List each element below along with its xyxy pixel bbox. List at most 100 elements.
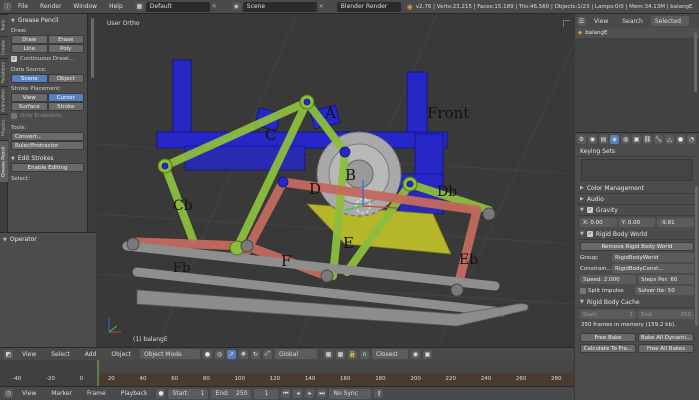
scene-close-icon[interactable]: ✕: [319, 3, 325, 10]
keying-sets-list[interactable]: [581, 159, 693, 181]
constraints-tab-icon[interactable]: ⛓: [643, 135, 652, 144]
start-frame-field[interactable]: Start: 1: [168, 388, 209, 399]
layers-2-icon[interactable]: ▦: [335, 349, 345, 359]
solver-iterations-field[interactable]: Solver Ite: 50: [635, 286, 694, 295]
record-icon[interactable]: ●: [156, 389, 166, 398]
layout-selector[interactable]: Default: [145, 1, 210, 12]
layers-icon[interactable]: ▦: [323, 349, 333, 359]
remove-rigid-body-world-button[interactable]: Remove Rigid Body World: [580, 242, 694, 251]
rotate-icon[interactable]: ↻: [250, 349, 260, 359]
scrollbar-thumb[interactable]: [91, 18, 94, 78]
cache-start-field[interactable]: Start: 1: [580, 310, 636, 319]
timeline-editor-icon[interactable]: ◷: [4, 389, 13, 398]
outliner-scrollbar[interactable]: [694, 32, 697, 92]
pivot-icon[interactable]: ◎: [214, 349, 224, 359]
3d-viewport[interactable]: A Front C B D Db Cb E F Fb Eb User Ortho…: [97, 14, 574, 347]
menu-frame[interactable]: Frame: [81, 390, 112, 397]
erase-button[interactable]: Erase: [47, 35, 84, 44]
speed-field[interactable]: Speed: 2.000: [580, 275, 636, 284]
group-field[interactable]: RigidBodyWorld: [612, 253, 694, 262]
free-bake-button[interactable]: Free Bake: [580, 333, 636, 342]
ruler-protractor-button[interactable]: Ruler/Protractor: [11, 141, 84, 150]
keying-icon[interactable]: ⚷: [374, 389, 384, 398]
viewport-shading-icon[interactable]: ●: [202, 349, 212, 359]
outliner-item[interactable]: ◆ balangE: [575, 28, 699, 38]
translate-icon[interactable]: ✥: [238, 349, 248, 359]
jump-start-icon[interactable]: ⏮: [281, 389, 291, 398]
scene-selector[interactable]: Scene: [242, 1, 317, 12]
checkbox-unchecked-icon[interactable]: [11, 113, 17, 119]
menu-view[interactable]: View: [16, 351, 42, 358]
outliner-tab-view[interactable]: View: [588, 18, 614, 25]
tab-tools[interactable]: Tools: [0, 14, 8, 36]
cursor-placement-button[interactable]: Cursor: [47, 93, 84, 102]
layers-tab-icon[interactable]: ▤: [599, 135, 608, 144]
info-editor-icon[interactable]: ⓘ: [3, 2, 12, 11]
split-impulse-option[interactable]: Split Impulse: [580, 287, 633, 294]
sync-selector[interactable]: No Sync: [329, 388, 372, 399]
edit-strokes-panel-header[interactable]: ▼ Edit Strokes: [11, 154, 84, 163]
viewport-scene[interactable]: A Front C B D Db Cb E F Fb Eb: [97, 14, 574, 347]
manipulator-icon[interactable]: ↗: [226, 349, 236, 359]
tab-grease-pencil[interactable]: Grease Pencil: [0, 140, 8, 182]
mode-selector[interactable]: Object Mode: [139, 349, 200, 359]
render-engine-selector[interactable]: Blender Render: [336, 1, 401, 12]
render-tab-icon[interactable]: ◉: [588, 135, 597, 144]
only-endpoints-option[interactable]: Only Endpoints: [11, 111, 84, 121]
enable-editing-button[interactable]: Enable Editing: [11, 163, 84, 172]
menu-window[interactable]: Window: [67, 3, 103, 10]
tab-create[interactable]: Create: [0, 36, 8, 58]
scale-icon[interactable]: ⤢: [262, 349, 272, 359]
color-management-header[interactable]: ▶ Color Management: [577, 183, 697, 194]
menu-select[interactable]: Select: [45, 351, 76, 358]
free-all-bakes-button[interactable]: Free All Bakes: [638, 344, 694, 353]
menu-help[interactable]: Help: [103, 3, 129, 10]
checkbox-unchecked-icon[interactable]: [580, 287, 586, 294]
transform-orientation-selector[interactable]: Global: [274, 349, 317, 359]
grease-pencil-panel-header[interactable]: ▼ Grease Pencil: [11, 16, 84, 25]
world-tab-icon[interactable]: ◍: [621, 135, 630, 144]
outliner-tab-search[interactable]: Search: [616, 18, 649, 25]
properties-editor-icon[interactable]: ⚙: [577, 135, 586, 144]
outliner-editor-icon[interactable]: ☰: [577, 16, 586, 26]
modifiers-tab-icon[interactable]: 🔧: [654, 135, 663, 144]
calculate-to-frame-button[interactable]: Calculate To Fra...: [580, 344, 636, 353]
outliner[interactable]: ◆ balangE: [575, 28, 699, 132]
timeline-ruler[interactable]: [0, 360, 574, 386]
continuous-drawing-option[interactable]: ✓ Continuous Drawi...: [11, 54, 84, 64]
properties-panel[interactable]: Keying Sets ▶ Color Management ▶ Audio ▼…: [575, 146, 699, 400]
snap-target-selector[interactable]: Closest: [371, 349, 408, 359]
menu-marker[interactable]: Marker: [45, 390, 78, 397]
gravity-z-field[interactable]: -9.81: [657, 218, 695, 227]
timeline[interactable]: -40 -20 0 20 40 60 80 100 120 140 160 18…: [0, 360, 574, 386]
current-frame-field[interactable]: 1: [254, 388, 279, 399]
magnet-icon[interactable]: ∩: [359, 349, 369, 359]
keying-sets-header[interactable]: Keying Sets: [577, 146, 697, 157]
cache-end-field[interactable]: End: 250: [638, 310, 694, 319]
object-source-button[interactable]: Object: [47, 74, 84, 83]
tab-relations[interactable]: Relations: [0, 58, 8, 86]
data-tab-icon[interactable]: △: [665, 135, 674, 144]
physics-tab-icon[interactable]: ◔: [687, 135, 696, 144]
checkbox-checked-icon[interactable]: ✓: [11, 56, 17, 62]
stroke-placement-button[interactable]: Stroke: [47, 102, 84, 111]
gravity-header[interactable]: ▼ ✓ Gravity: [577, 205, 697, 216]
object-tab-icon[interactable]: ▣: [632, 135, 641, 144]
layout-close-icon[interactable]: ✕: [212, 3, 218, 10]
gravity-y-field[interactable]: Y: 0.00: [618, 218, 656, 227]
editor-type-icon[interactable]: ◩: [4, 349, 13, 359]
prev-key-icon[interactable]: ◂: [293, 389, 303, 398]
render-icon[interactable]: ◉: [410, 349, 420, 359]
end-frame-field[interactable]: End: 250: [211, 388, 252, 399]
bake-all-dynamics-button[interactable]: Bake All Dynami...: [638, 333, 694, 342]
jump-end-icon[interactable]: ⏭: [317, 389, 327, 398]
gravity-x-field[interactable]: X: 0.00: [580, 218, 617, 227]
convert-button[interactable]: Convert...: [11, 132, 84, 141]
tab-physics[interactable]: Physics: [0, 114, 8, 140]
steps-per-second-field[interactable]: Steps Per: 60: [638, 275, 694, 284]
operator-panel-header[interactable]: ▼ Operator: [3, 235, 93, 244]
play-icon[interactable]: ▸: [305, 389, 315, 398]
outliner-display-mode-selector[interactable]: Selected: [650, 16, 689, 26]
line-button[interactable]: Line: [11, 44, 48, 53]
view-placement-button[interactable]: View: [11, 93, 48, 102]
